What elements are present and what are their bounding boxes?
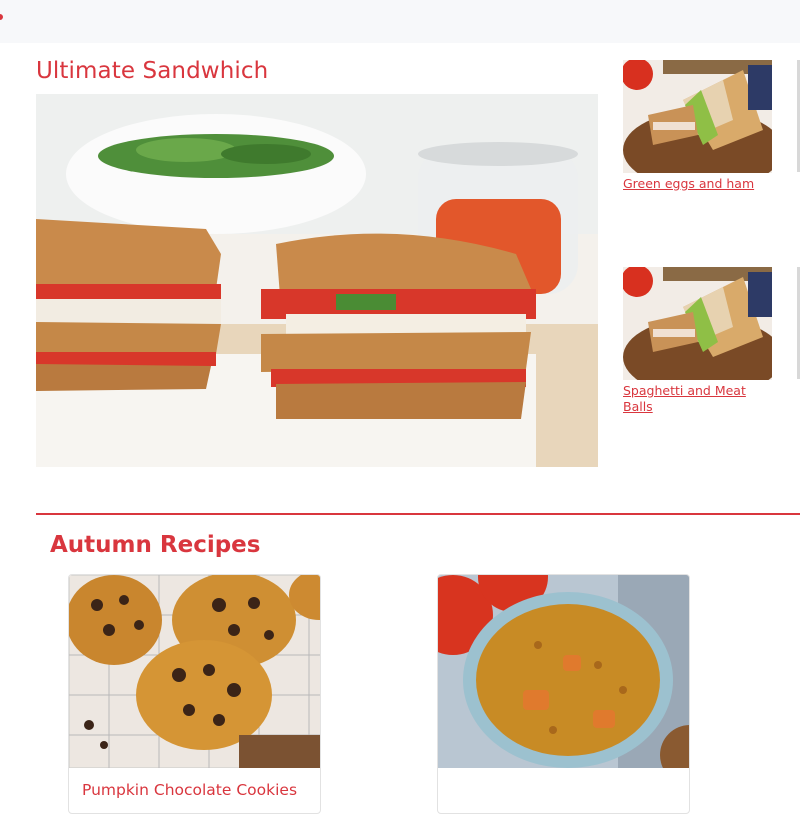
section-title: Autumn Recipes — [50, 532, 261, 558]
recipe-card[interactable]: Pumpkin Chocolate Cookies — [68, 574, 321, 814]
recipe-card[interactable] — [437, 574, 690, 814]
sidebar-recipe-card[interactable]: Green eggs and ham — [623, 60, 773, 192]
recipe-card-image[interactable] — [69, 575, 320, 768]
sidebar-recipe-card[interactable]: Spaghetti and Meat Balls — [623, 267, 773, 415]
section-divider — [36, 513, 800, 515]
top-nav-bar — [0, 0, 800, 43]
featured-recipe-title[interactable]: Ultimate Sandwhich — [36, 58, 268, 84]
featured-recipe-image[interactable] — [36, 94, 598, 467]
recipe-card-image[interactable] — [438, 575, 689, 768]
sidebar-recipe-link[interactable]: Spaghetti and Meat Balls — [623, 383, 773, 415]
sidebar-recipe-thumbnail[interactable] — [623, 267, 772, 380]
sidebar-recipe-thumbnail[interactable] — [623, 60, 772, 173]
recipe-card-title[interactable]: Pumpkin Chocolate Cookies — [82, 781, 297, 799]
nav-marker — [0, 14, 3, 20]
sidebar-recipe-link[interactable]: Green eggs and ham — [623, 176, 773, 192]
